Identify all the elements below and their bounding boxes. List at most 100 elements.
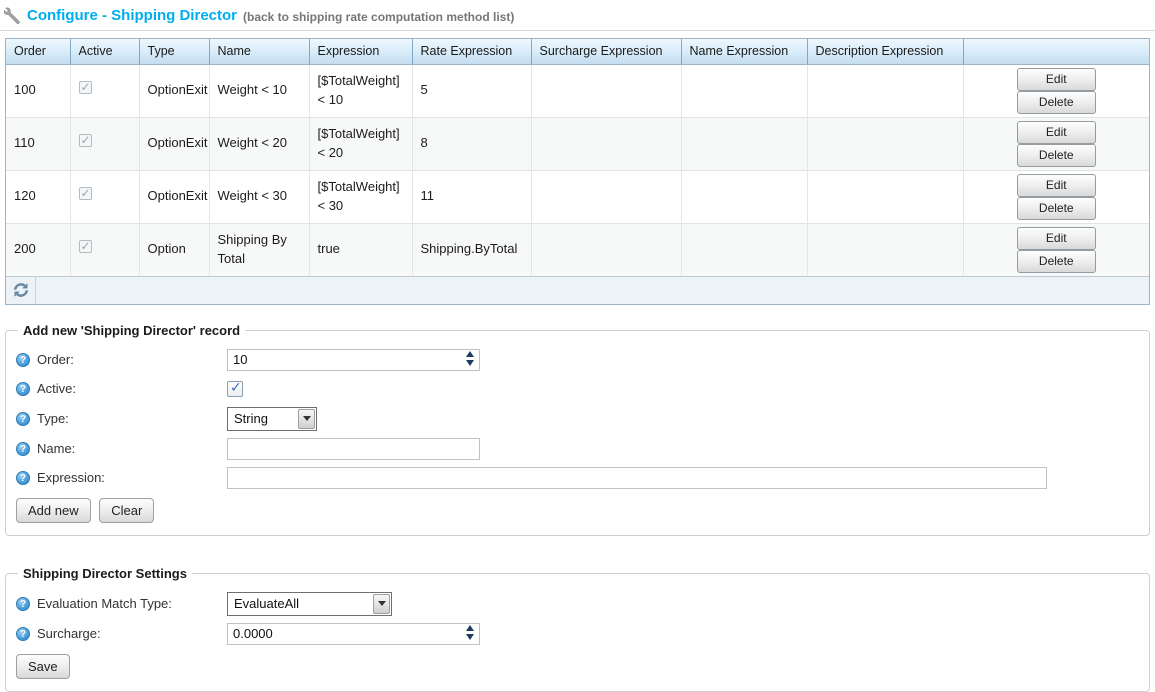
grid-footer — [6, 276, 1149, 304]
cell-description_expression — [807, 64, 963, 117]
settings-fieldset: Shipping Director Settings ? Evaluation … — [5, 566, 1150, 692]
column-header-name_expression[interactable]: Name Expression — [681, 39, 807, 64]
cell-surcharge_expression — [531, 223, 681, 276]
help-icon[interactable]: ? — [16, 442, 30, 456]
column-header-actions — [963, 39, 1149, 64]
column-header-rate_expression[interactable]: Rate Expression — [412, 39, 531, 64]
page-title: Configure - Shipping Director — [27, 7, 237, 24]
active-checkbox[interactable]: ✓ — [227, 381, 243, 397]
cell-surcharge_expression — [531, 170, 681, 223]
help-icon[interactable]: ? — [16, 597, 30, 611]
table-row: 110✓OptionExitWeight < 20[$TotalWeight] … — [6, 117, 1149, 170]
cell-name: Shipping By Total — [209, 223, 309, 276]
active-field-row: ? Active: ✓ — [16, 378, 1139, 400]
grid-header-row: OrderActiveTypeNameExpressionRate Expres… — [6, 39, 1149, 64]
wrench-icon — [4, 7, 21, 24]
active-checkbox: ✓ — [79, 187, 92, 200]
surcharge-spinner — [227, 623, 480, 645]
type-field-row: ? Type: String — [16, 407, 1139, 431]
cell-type: OptionExit — [139, 64, 209, 117]
save-button[interactable]: Save — [16, 654, 70, 679]
surcharge-input[interactable] — [227, 623, 480, 645]
settings-legend: Shipping Director Settings — [18, 566, 192, 581]
type-select[interactable]: String — [227, 407, 317, 431]
active-checkbox: ✓ — [79, 134, 92, 147]
cell-active: ✓ — [70, 117, 139, 170]
edit-button[interactable]: Edit — [1017, 174, 1096, 197]
cell-actions: EditDelete — [963, 223, 1149, 276]
column-header-type[interactable]: Type — [139, 39, 209, 64]
surcharge-label: Surcharge: — [37, 626, 101, 641]
chevron-down-icon — [298, 409, 315, 429]
column-header-description_expression[interactable]: Description Expression — [807, 39, 963, 64]
type-label: Type: — [37, 411, 69, 426]
cell-type: Option — [139, 223, 209, 276]
edit-button[interactable]: Edit — [1017, 68, 1096, 91]
delete-button[interactable]: Delete — [1017, 250, 1096, 273]
expression-field-row: ? Expression: — [16, 467, 1139, 489]
active-checkbox: ✓ — [79, 240, 92, 253]
add-new-button[interactable]: Add new — [16, 498, 91, 523]
cell-name_expression — [681, 64, 807, 117]
chevron-down-icon — [373, 594, 390, 614]
expression-label: Expression: — [37, 470, 105, 485]
cell-name_expression — [681, 170, 807, 223]
cell-name: Weight < 10 — [209, 64, 309, 117]
column-header-surcharge_expression[interactable]: Surcharge Expression — [531, 39, 681, 64]
order-spinner — [227, 349, 480, 371]
cell-name: Weight < 30 — [209, 170, 309, 223]
cell-rate_expression: 11 — [412, 170, 531, 223]
cell-rate_expression: Shipping.ByTotal — [412, 223, 531, 276]
cell-actions: EditDelete — [963, 117, 1149, 170]
name-input[interactable] — [227, 438, 480, 460]
refresh-button[interactable] — [6, 276, 36, 304]
cell-name_expression — [681, 117, 807, 170]
match-type-label: Evaluation Match Type: — [37, 596, 172, 611]
order-field-row: ? Order: — [16, 349, 1139, 371]
shipping-director-grid: OrderActiveTypeNameExpressionRate Expres… — [5, 38, 1150, 305]
column-header-name[interactable]: Name — [209, 39, 309, 64]
column-header-expression[interactable]: Expression — [309, 39, 412, 64]
order-label: Order: — [37, 352, 74, 367]
cell-description_expression — [807, 223, 963, 276]
edit-button[interactable]: Edit — [1017, 227, 1096, 250]
grid-body: 100 ✓ OptionExitWeight < 10[$TotalWeight] … — [6, 64, 1149, 276]
help-icon[interactable]: ? — [16, 353, 30, 367]
name-field-row: ? Name: — [16, 438, 1139, 460]
column-header-order[interactable]: Order — [6, 39, 70, 64]
cell-order: 120 — [6, 170, 70, 223]
active-checkbox: ✓ — [79, 81, 92, 94]
cell-order: 100 — [6, 64, 70, 117]
back-to-list-link[interactable]: (back to shipping rate computation metho… — [243, 8, 514, 24]
clear-button[interactable]: Clear — [99, 498, 154, 523]
cell-expression: true — [309, 223, 412, 276]
order-input[interactable] — [227, 349, 480, 371]
cell-rate_expression: 8 — [412, 117, 531, 170]
help-icon[interactable]: ? — [16, 627, 30, 641]
column-header-active[interactable]: Active — [70, 39, 139, 64]
help-icon[interactable]: ? — [16, 471, 30, 485]
refresh-icon — [13, 282, 29, 298]
cell-type: OptionExit — [139, 170, 209, 223]
edit-button[interactable]: Edit — [1017, 121, 1096, 144]
spinner-arrows[interactable] — [464, 351, 476, 366]
spinner-arrows[interactable] — [464, 625, 476, 640]
help-icon[interactable]: ? — [16, 382, 30, 396]
delete-button[interactable]: Delete — [1017, 144, 1096, 167]
match-type-select[interactable]: EvaluateAll — [227, 592, 392, 616]
surcharge-field-row: ? Surcharge: — [16, 623, 1139, 645]
cell-actions: EditDelete — [963, 170, 1149, 223]
help-icon[interactable]: ? — [16, 412, 30, 426]
cell-actions: EditDelete — [963, 64, 1149, 117]
name-label: Name: — [37, 441, 75, 456]
delete-button[interactable]: Delete — [1017, 91, 1096, 114]
cell-active: ✓ — [70, 64, 139, 117]
expression-input[interactable] — [227, 467, 1047, 489]
add-record-legend: Add new 'Shipping Director' record — [18, 323, 245, 338]
delete-button[interactable]: Delete — [1017, 197, 1096, 220]
cell-order: 200 — [6, 223, 70, 276]
cell-name_expression — [681, 223, 807, 276]
cell-description_expression — [807, 117, 963, 170]
cell-surcharge_expression — [531, 117, 681, 170]
cell-expression: [$TotalWeight] < 20 — [309, 117, 412, 170]
